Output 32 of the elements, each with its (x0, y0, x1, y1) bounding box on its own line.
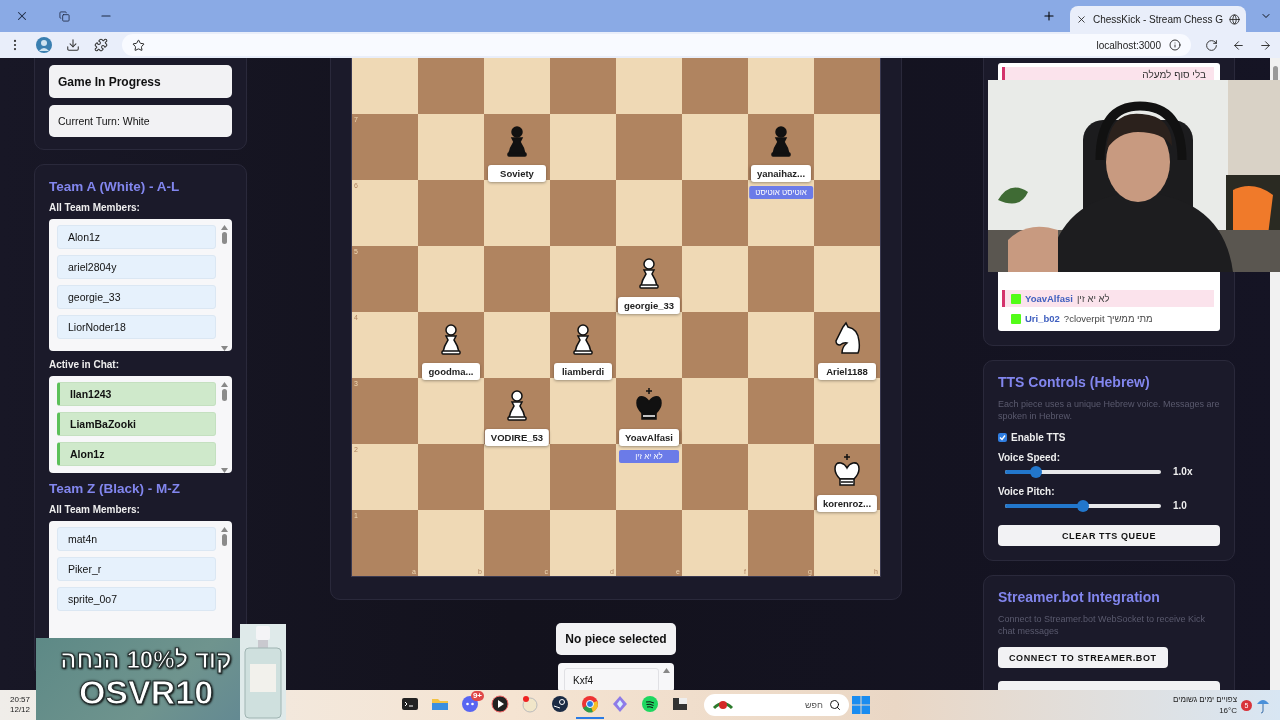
team-title: Team Z (Black) - M-Z (49, 481, 181, 496)
selection-status: No piece selected (556, 623, 676, 655)
player-name-tag: liamberdi (554, 363, 612, 380)
player-name-tag: yanaihaz... (750, 165, 812, 182)
game-status: Game In Progress (49, 65, 232, 98)
message-badge: לא יא זין (619, 450, 679, 463)
current-turn: Current Turn: White (49, 105, 232, 137)
slider-label: Voice Pitch: (998, 486, 1056, 497)
chat-text: לא יא זין (1076, 293, 1110, 304)
promo-text: קוד ל10% הנחה (60, 647, 232, 674)
notification-badge: 9+ (470, 691, 485, 701)
player-name-tag: georgie_33 (617, 297, 681, 314)
player-name-tag: Ariel1188 (818, 363, 876, 380)
promo-code: OSVR10 (78, 673, 214, 711)
section-label: All Team Members: (49, 202, 141, 213)
slider-value: 1.0 (1173, 500, 1187, 511)
slider-label: Voice Speed: (998, 452, 1062, 463)
section-label: All Team Members: (49, 504, 141, 515)
player-name-tag: korenroz... (817, 495, 877, 512)
panel-description: Connect to Streamer.bot WebSocket to receive Kick chat messages (998, 613, 1206, 637)
player-name-tag: Soviety (488, 165, 546, 182)
panel-title: Streamer.bot Integration (998, 589, 1161, 605)
player-name-tag: goodma... (422, 363, 480, 380)
section-label: Active in Chat: (49, 359, 120, 370)
checkbox-label: Enable TTS (1011, 432, 1066, 443)
chat-text: מתי ממשיך cloverpit? (1063, 313, 1153, 324)
message-badge: אוטיסט אוטיסט (749, 186, 813, 199)
player-name-tag: VODIRE_53 (484, 429, 550, 446)
player-name-tag: YoavAlfasi (619, 429, 679, 446)
team-title: Team A (White) - A-L (49, 179, 181, 194)
panel-title: TTS Controls (Hebrew) (998, 374, 1151, 390)
slider-value: 1.0x (1173, 466, 1193, 477)
